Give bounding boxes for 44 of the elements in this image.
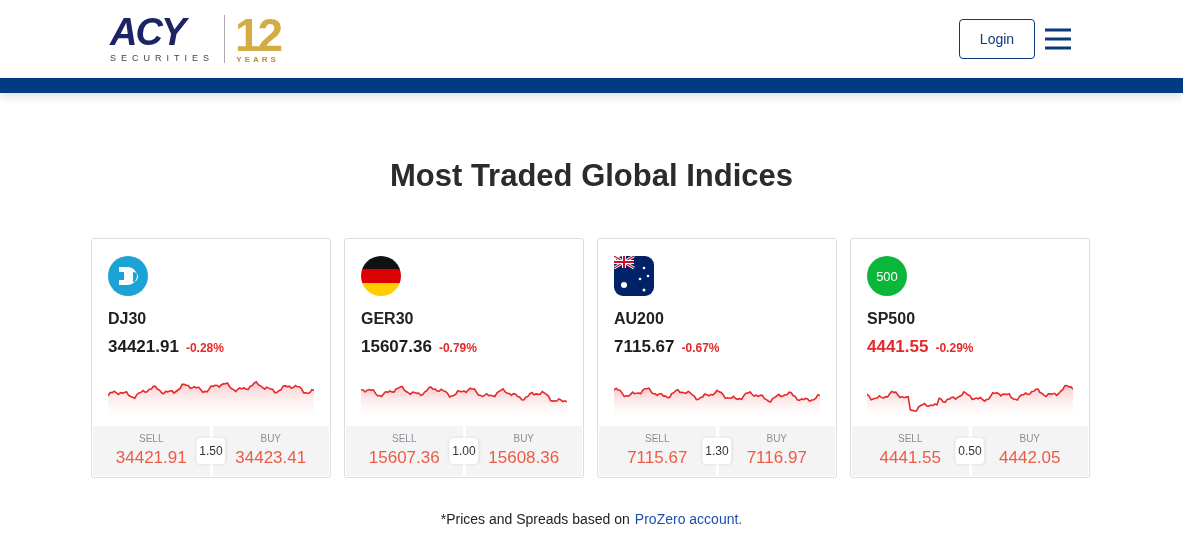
buy-price: 7116.97 [746,448,807,468]
account-link[interactable]: ProZero account. [634,511,743,527]
sell-label: SELL [139,433,164,444]
buy-price: 4442.05 [999,448,1061,468]
footnote-text: *Prices and Spreads based on [440,511,630,527]
index-price: 4441.55 [867,337,929,357]
index-badge: 500 [867,256,907,296]
buy-label: BUY [1019,433,1041,444]
anniversary-word: YEARS [236,54,279,64]
anniversary-number: 12 [235,14,281,55]
buy-label: BUY [260,433,282,444]
index-price: 15607.36 [361,337,432,357]
spread-value: 1.50 [196,438,226,464]
spread-value: 1.30 [702,438,732,464]
buy-label: BUY [513,433,535,444]
logo-tagline: SECURITIES [110,52,214,64]
price-change: -0.28% [185,341,224,355]
menu-icon[interactable] [1045,28,1071,50]
australia-flag-icon [614,256,654,296]
index-symbol: DJ30 [108,310,148,328]
germany-flag-icon [361,256,401,296]
spread-value: 0.50 [955,438,985,464]
price-change: -0.29% [935,341,974,355]
sell-label: SELL [645,433,670,444]
index-symbol: SP500 [867,310,917,328]
sell-label: SELL [392,433,417,444]
sell-price: 34421.91 [115,448,187,468]
index-price: 7115.67 [614,337,675,357]
price-change: -0.79% [438,341,477,355]
spread-value: 1.00 [449,438,479,464]
buy-label: BUY [766,433,788,444]
index-price: 34421.91 [108,337,179,357]
buy-price: 34423.41 [235,448,307,468]
sell-label: SELL [898,433,923,444]
sell-price: 7115.67 [627,448,688,468]
index-symbol: AU200 [614,310,665,328]
index-symbol: GER30 [361,310,415,328]
sell-price: 4441.55 [879,448,941,468]
login-button[interactable]: Login [959,19,1035,59]
sell-price: 15607.36 [368,448,440,468]
price-change: -0.67% [681,341,720,355]
dj-logo-icon [108,256,148,296]
section-title: Most Traded Global Indices [388,158,795,194]
buy-price: 15608.36 [488,448,560,468]
